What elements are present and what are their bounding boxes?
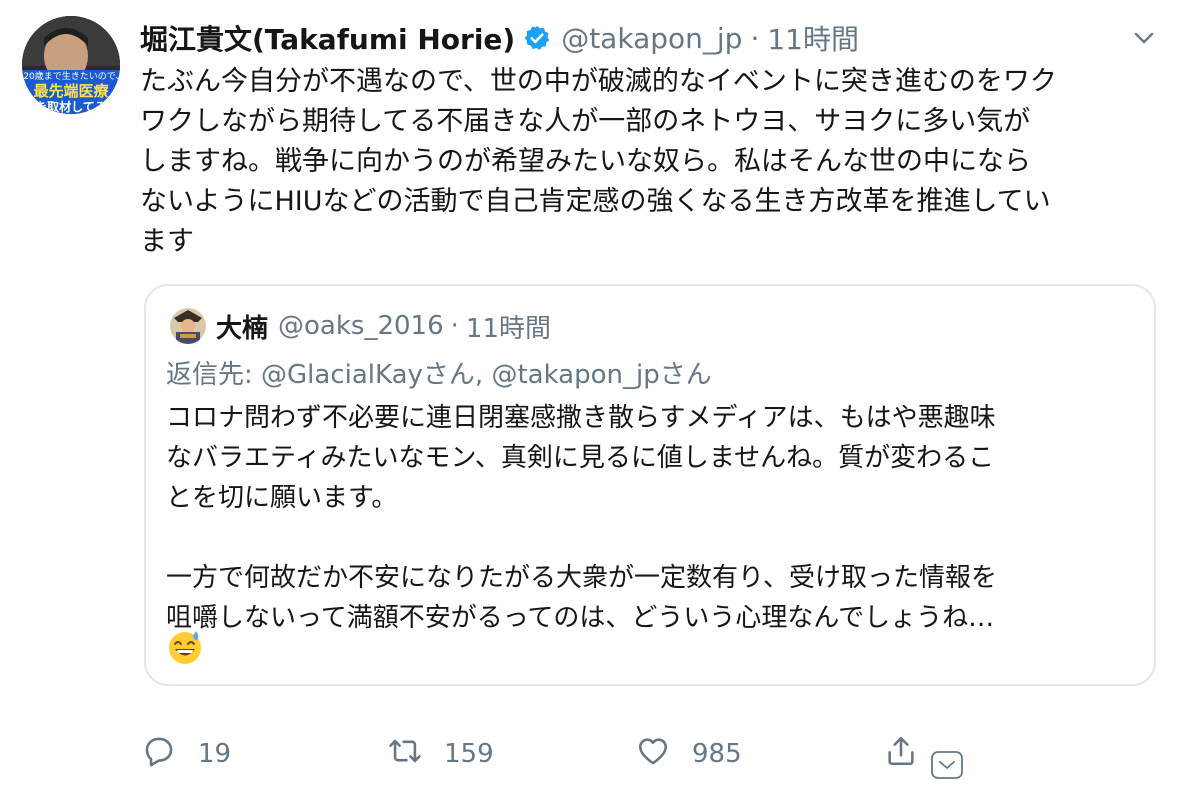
tweet-timestamp[interactable]: 11時間: [767, 18, 859, 58]
reply-to-user-2[interactable]: @takapon_jpさん: [491, 360, 711, 390]
retweet-icon: [388, 734, 422, 775]
tweet-header: 堀江貴文(Takafumi Horie) @takapon_jp · 11時間: [140, 14, 859, 62]
author-avatar[interactable]: 120歳まで生きたいので、 最先端医療 を取材してみ: [22, 16, 120, 114]
more-options-chevron-icon[interactable]: [930, 750, 964, 780]
retweet-count: 159: [444, 739, 494, 769]
reply-to-user-1[interactable]: @GlacialKayさん,: [261, 360, 483, 390]
avatar-text-line2: 最先端医療: [33, 82, 109, 100]
tweet-text: たぶん今自分が不遇なので、世の中が破滅的なイベントに突き進むのをワク ワクしなが…: [140, 66, 1057, 257]
reply-to-line: 返信先: @GlacialKayさん, @takapon_jpさん: [166, 354, 712, 391]
like-count: 985: [692, 739, 742, 769]
share-icon: [884, 734, 918, 775]
quoted-avatar-image: [170, 308, 206, 344]
avatar-image: 120歳まで生きたいので、 最先端医療 を取材してみ: [22, 16, 120, 114]
quoted-handle[interactable]: @oaks_2016: [278, 311, 444, 341]
heart-icon: [636, 734, 670, 775]
quoted-display-name[interactable]: 大楠: [216, 308, 268, 345]
verified-badge-icon: [523, 24, 551, 52]
reply-to-prefix: 返信先:: [166, 360, 253, 390]
reply-count: 19: [198, 739, 232, 769]
author-handle[interactable]: @takapon_jp: [561, 22, 742, 55]
retweet-button[interactable]: 159: [388, 732, 494, 776]
sweat-smile-emoji-icon: [166, 628, 204, 666]
quoted-text: コロナ問わず不必要に連日閉塞感撒き散らすメディアは、もはや悪趣味 なバラエティみ…: [166, 403, 997, 633]
quoted-timestamp[interactable]: 11時間: [466, 308, 551, 345]
like-button[interactable]: 985: [636, 732, 742, 776]
avatar-text-line1: 120歳まで生きたいので、: [22, 70, 120, 82]
chevron-down-icon[interactable]: [1128, 22, 1160, 54]
reply-button[interactable]: 19: [142, 732, 231, 776]
quoted-author-avatar[interactable]: [170, 308, 206, 344]
quoted-header: 大楠 @oaks_2016 · 11時間: [216, 304, 551, 348]
reply-icon: [142, 734, 176, 775]
quoted-tweet[interactable]: 大楠 @oaks_2016 · 11時間 返信先: @GlacialKayさん,…: [144, 284, 1156, 686]
avatar-text-line3: を取材してみ: [35, 99, 107, 114]
header-separator: ·: [750, 21, 760, 55]
tweet-actions: 19 159 985: [140, 732, 1140, 776]
author-display-name[interactable]: 堀江貴文(Takafumi Horie): [140, 18, 515, 58]
share-button[interactable]: [884, 732, 918, 776]
quoted-separator: ·: [450, 311, 459, 341]
